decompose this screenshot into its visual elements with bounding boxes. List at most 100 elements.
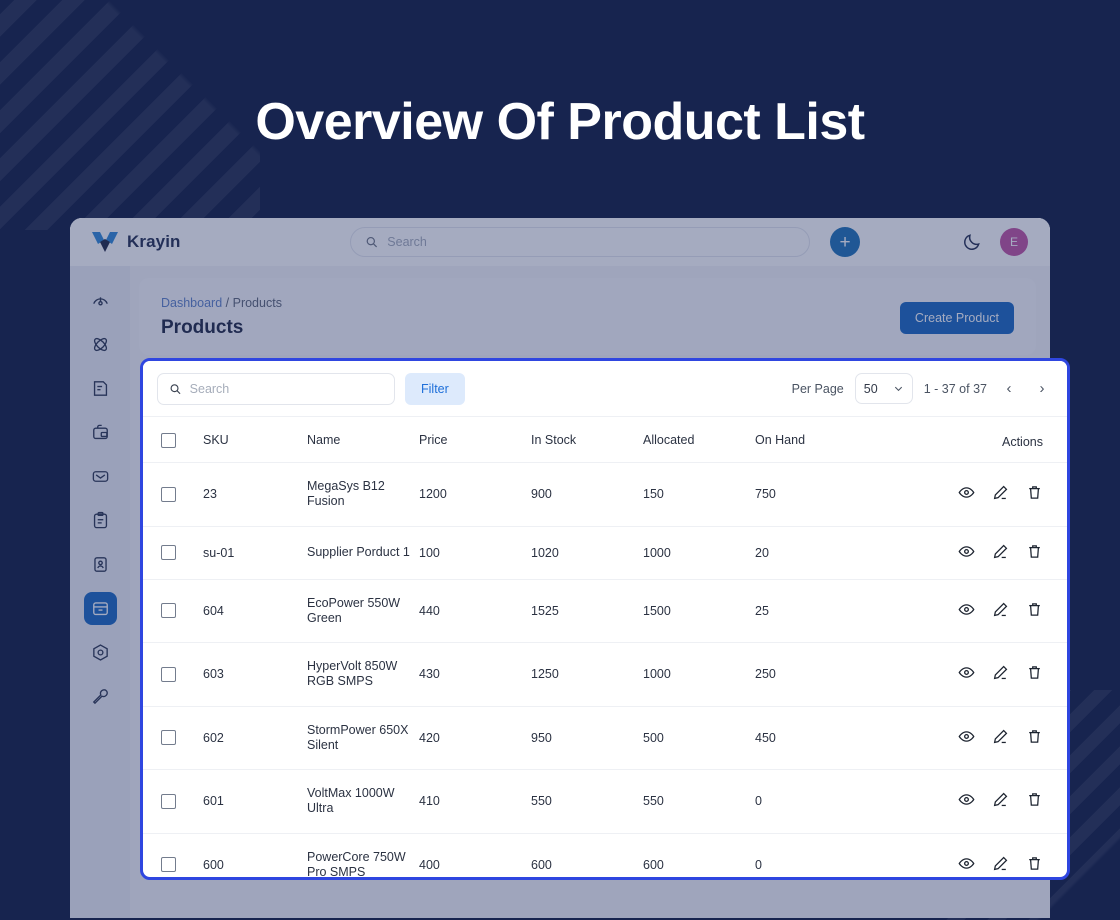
- cell-on-hand: 25: [755, 579, 903, 643]
- per-page-label: Per Page: [791, 381, 844, 396]
- cell-on-hand: 20: [755, 526, 903, 580]
- eye-icon[interactable]: [958, 543, 975, 560]
- cell-actions: [903, 579, 1067, 643]
- eye-icon[interactable]: [958, 791, 975, 808]
- pencil-icon[interactable]: [992, 484, 1009, 501]
- cell-allocated: 1000: [643, 526, 755, 580]
- cell-allocated: 500: [643, 706, 755, 770]
- eye-icon[interactable]: [958, 601, 975, 618]
- add-button[interactable]: +: [830, 227, 860, 257]
- per-page-select[interactable]: 50: [854, 373, 913, 404]
- row-actions: [958, 728, 1043, 745]
- eye-icon[interactable]: [958, 728, 975, 745]
- table-search[interactable]: [157, 372, 395, 405]
- cell-price: 100: [419, 526, 531, 580]
- select-all-header: [143, 417, 203, 463]
- app-header: Krayin + E: [70, 218, 1050, 266]
- breadcrumb-link-dashboard[interactable]: Dashboard: [161, 296, 222, 310]
- row-actions: [958, 543, 1043, 560]
- pencil-icon[interactable]: [992, 728, 1009, 745]
- column-header-price[interactable]: Price: [419, 417, 531, 463]
- column-header-sku[interactable]: SKU: [203, 417, 307, 463]
- sidebar-item-quotes[interactable]: [84, 372, 117, 405]
- row-checkbox[interactable]: [161, 486, 176, 502]
- pencil-icon[interactable]: [992, 791, 1009, 808]
- trash-icon[interactable]: [1026, 601, 1043, 618]
- sidebar-item-dashboard[interactable]: [84, 284, 117, 317]
- pencil-icon[interactable]: [992, 601, 1009, 618]
- pencil-icon[interactable]: [992, 543, 1009, 560]
- global-search[interactable]: [350, 227, 810, 257]
- table-row[interactable]: 601 VoltMax 1000W Ultra 410 550 550 0: [143, 769, 1067, 834]
- column-header-in-stock[interactable]: In Stock: [531, 417, 643, 463]
- breadcrumb-current: Products: [232, 296, 282, 310]
- cell-on-hand: 250: [755, 642, 903, 707]
- wrench-icon: [92, 689, 108, 705]
- moon-icon[interactable]: [962, 232, 982, 252]
- sidebar: [70, 266, 130, 918]
- select-all-checkbox[interactable]: [161, 432, 176, 448]
- cell-actions: [903, 462, 1067, 527]
- table-row[interactable]: 602 StormPower 650X Silent 420 950 500 450: [143, 706, 1067, 770]
- box-icon: [92, 602, 108, 616]
- trash-icon[interactable]: [1026, 728, 1043, 745]
- column-header-allocated[interactable]: Allocated: [643, 417, 755, 463]
- hero-title: Overview Of Product List: [255, 93, 865, 151]
- header-right-controls: E: [962, 228, 1028, 256]
- row-checkbox[interactable]: [161, 857, 176, 873]
- eye-icon[interactable]: [958, 855, 975, 872]
- create-product-button[interactable]: Create Product: [899, 302, 1014, 334]
- column-header-name[interactable]: Name: [307, 417, 419, 463]
- trash-icon[interactable]: [1026, 791, 1043, 808]
- table-row[interactable]: 603 HyperVolt 850W RGB SMPS 430 1250 1000 250: [143, 642, 1067, 707]
- cell-name: StormPower 650X Silent: [307, 706, 419, 770]
- table-head: SKU Name Price In Stock Allocated On Han…: [143, 417, 1067, 463]
- cell-allocated: 1500: [643, 579, 755, 643]
- products-table: SKU Name Price In Stock Allocated On Han…: [143, 417, 1067, 877]
- pencil-icon[interactable]: [992, 664, 1009, 681]
- table-row[interactable]: su-01 Supplier Porduct 1 100 1020 1000 20: [143, 526, 1067, 580]
- row-actions: [958, 601, 1043, 618]
- trash-icon[interactable]: [1026, 855, 1043, 872]
- sidebar-item-activities[interactable]: [84, 504, 117, 537]
- sidebar-item-mail[interactable]: [84, 416, 117, 449]
- column-header-on-hand[interactable]: On Hand: [755, 417, 903, 463]
- cell-in-stock: 1250: [531, 642, 643, 707]
- prev-page-button[interactable]: ‹: [998, 378, 1020, 400]
- cell-name: Supplier Porduct 1: [307, 526, 419, 580]
- avatar[interactable]: E: [1000, 228, 1028, 256]
- table-header-row: SKU Name Price In Stock Allocated On Han…: [143, 417, 1067, 463]
- eye-icon[interactable]: [958, 664, 975, 681]
- next-page-button[interactable]: ›: [1031, 378, 1053, 400]
- filter-button[interactable]: Filter: [405, 372, 465, 405]
- row-checkbox[interactable]: [161, 545, 176, 560]
- global-search-input[interactable]: [387, 235, 795, 249]
- sidebar-item-products[interactable]: [83, 592, 117, 625]
- sidebar-item-configuration[interactable]: [84, 680, 117, 713]
- eye-icon[interactable]: [958, 484, 975, 501]
- brand[interactable]: Krayin: [92, 231, 284, 253]
- cell-allocated: 1000: [643, 642, 755, 707]
- sidebar-item-settings[interactable]: [84, 636, 117, 669]
- row-checkbox[interactable]: [161, 603, 176, 619]
- cell-actions: [903, 769, 1067, 834]
- sidebar-item-email[interactable]: [84, 460, 117, 493]
- pencil-icon[interactable]: [992, 855, 1009, 872]
- trash-icon[interactable]: [1026, 484, 1043, 501]
- row-checkbox[interactable]: [161, 666, 176, 682]
- row-checkbox[interactable]: [161, 793, 176, 809]
- table-row[interactable]: 23 MegaSys B12 Fusion 1200 900 150 750: [143, 462, 1067, 527]
- cell-allocated: 550: [643, 769, 755, 834]
- cell-price: 410: [419, 769, 531, 834]
- trash-icon[interactable]: [1026, 664, 1043, 681]
- row-checkbox[interactable]: [161, 730, 176, 746]
- cell-sku: su-01: [203, 526, 307, 580]
- table-row[interactable]: 604 EcoPower 550W Green 440 1525 1500 25: [143, 579, 1067, 643]
- trash-icon[interactable]: [1026, 543, 1043, 560]
- sidebar-item-leads[interactable]: [84, 328, 117, 361]
- row-actions: [958, 484, 1043, 501]
- table-row[interactable]: 600 PowerCore 750W Pro SMPS 400 600 600 0: [143, 833, 1067, 877]
- sidebar-item-contacts[interactable]: [84, 548, 117, 581]
- krayin-logo-icon: [92, 231, 118, 253]
- table-search-input[interactable]: [189, 381, 383, 396]
